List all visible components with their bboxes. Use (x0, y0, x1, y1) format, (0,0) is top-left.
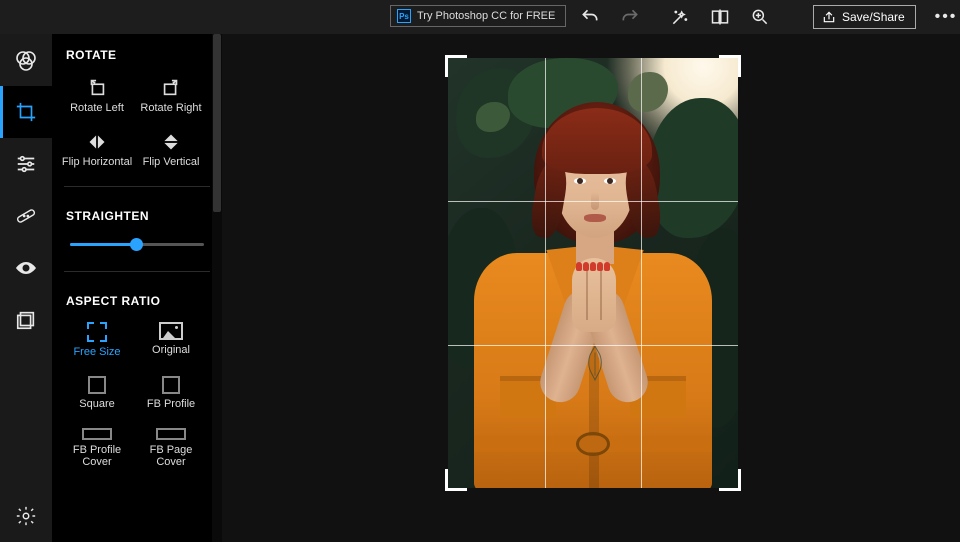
original-icon (159, 322, 183, 340)
crop-grid-line (641, 58, 642, 488)
crop-grid-line (545, 58, 546, 488)
rail-frames[interactable] (0, 294, 52, 346)
share-icon (822, 10, 836, 24)
adjust-icon (14, 48, 38, 72)
rail-crop[interactable] (0, 86, 52, 138)
crop-handle-top-left[interactable] (445, 55, 467, 77)
rotate-section-title: ROTATE (52, 34, 222, 68)
aspect-label: FB Profile (147, 398, 195, 410)
tool-rail (0, 34, 52, 542)
save-share-label: Save/Share (842, 10, 905, 24)
fb-page-cover-icon (156, 428, 186, 440)
rotate-left-button[interactable]: Rotate Left (60, 72, 134, 118)
rail-adjust[interactable] (0, 34, 52, 86)
promo-label: Try Photoshop CC for FREE (417, 10, 555, 22)
crop-handle-bottom-right[interactable] (719, 469, 741, 491)
slider-thumb[interactable] (130, 238, 143, 251)
gear-icon (15, 505, 37, 527)
panel-divider (64, 271, 210, 272)
undo-button[interactable] (570, 0, 610, 34)
rotate-left-label: Rotate Left (70, 102, 124, 114)
compare-icon (710, 7, 730, 27)
flip-horizontal-button[interactable]: Flip Horizontal (60, 128, 134, 172)
flip-vertical-label: Flip Vertical (143, 156, 200, 168)
crop-region[interactable] (448, 58, 738, 488)
flip-horizontal-icon (86, 132, 108, 152)
try-photoshop-promo[interactable]: Ps Try Photoshop CC for FREE (390, 5, 566, 27)
compare-button[interactable] (700, 0, 740, 34)
crop-grid-line (448, 345, 738, 346)
square-icon (88, 376, 106, 394)
auto-enhance-button[interactable] (660, 0, 700, 34)
aspect-fb-profile[interactable]: FB Profile (134, 372, 208, 414)
rotate-left-icon (86, 76, 108, 98)
eye-icon (14, 256, 38, 280)
straighten-slider[interactable] (70, 235, 204, 253)
free-size-icon (87, 322, 107, 342)
photo-preview (448, 58, 738, 488)
aspect-free-size[interactable]: Free Size (60, 318, 134, 362)
scrollbar-thumb[interactable] (213, 34, 221, 212)
crop-panel: ROTATE Rotate Left Rotate Right Flip Hor… (52, 34, 222, 542)
aspect-fb-profile-cover[interactable]: FB Profile Cover (60, 424, 134, 472)
aspect-label: Square (79, 398, 114, 410)
save-share-button[interactable]: Save/Share (813, 5, 916, 29)
bandage-icon (15, 205, 37, 227)
more-icon: ••• (935, 8, 958, 26)
aspect-label: Original (152, 344, 190, 356)
zoom-button[interactable] (740, 0, 780, 34)
rotate-right-label: Rotate Right (140, 102, 201, 114)
flip-vertical-button[interactable]: Flip Vertical (134, 128, 208, 172)
aspect-square[interactable]: Square (60, 372, 134, 414)
crop-handle-bottom-left[interactable] (445, 469, 467, 491)
flip-vertical-icon (160, 132, 182, 152)
top-bar: Ps Try Photoshop CC for FREE Save/Share … (0, 0, 960, 34)
aspect-fb-page-cover[interactable]: FB Page Cover (134, 424, 208, 472)
zoom-in-icon (750, 7, 770, 27)
redo-icon (620, 7, 640, 27)
sliders-icon (15, 153, 37, 175)
panel-divider (64, 186, 210, 187)
canvas-area (222, 34, 960, 542)
photoshop-badge-icon: Ps (397, 9, 411, 23)
slider-fill (70, 243, 137, 246)
rail-heal[interactable] (0, 190, 52, 242)
rail-redeye[interactable] (0, 242, 52, 294)
more-menu-button[interactable]: ••• (932, 0, 960, 34)
redo-button (610, 0, 650, 34)
aspect-original[interactable]: Original (134, 318, 208, 362)
rotate-right-icon (160, 76, 182, 98)
aspect-label: FB Profile Cover (60, 444, 134, 468)
aspect-label: FB Page Cover (134, 444, 208, 468)
magic-wand-icon (670, 7, 690, 27)
crop-icon (15, 101, 37, 123)
rail-settings[interactable] (0, 490, 52, 542)
crop-grid-line (448, 201, 738, 202)
rail-filters[interactable] (0, 138, 52, 190)
undo-icon (580, 7, 600, 27)
aspect-section-title: ASPECT RATIO (52, 280, 222, 314)
crop-handle-top-right[interactable] (719, 55, 741, 77)
flip-horizontal-label: Flip Horizontal (62, 156, 132, 168)
straighten-section-title: STRAIGHTEN (52, 195, 222, 229)
frames-icon (15, 309, 37, 331)
aspect-label: Free Size (73, 346, 120, 358)
fb-profile-cover-icon (82, 428, 112, 440)
panel-scrollbar[interactable] (212, 34, 222, 542)
fb-profile-icon (162, 376, 180, 394)
rotate-right-button[interactable]: Rotate Right (134, 72, 208, 118)
